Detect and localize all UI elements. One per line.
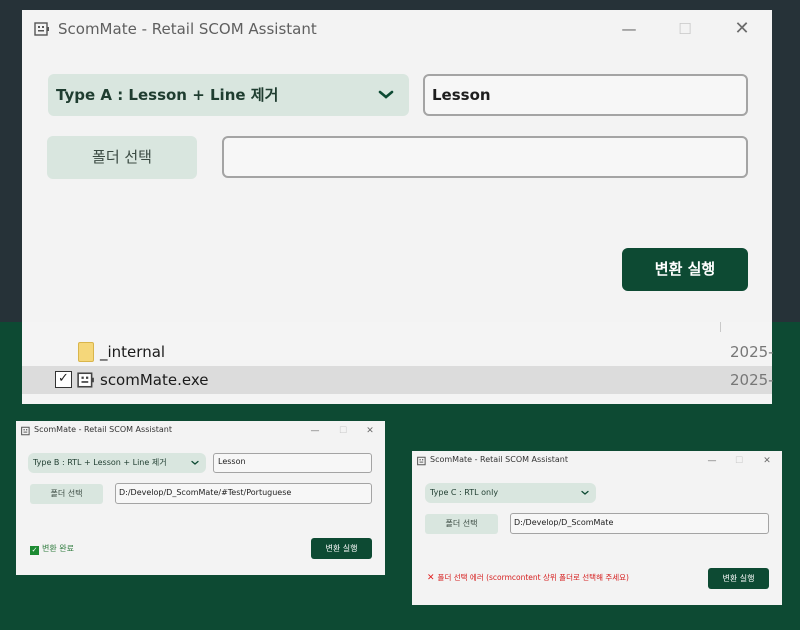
chevron-down-icon [378,90,394,99]
checkmark-icon: ✓ [30,546,39,555]
type-select[interactable]: Type B : RTL + Lesson + Line 제거 [28,453,206,473]
type-select[interactable]: Type A : Lesson + Line 제거 [48,74,409,116]
file-name: scomMate.exe [100,371,209,389]
run-conversion-button[interactable]: 변환 실행 [622,248,748,291]
app-window-type-b: ScomMate - Retail SCOM Assistant — ☐ ✕ T… [16,421,385,575]
file-date: 2025- [730,343,774,361]
app-icon [417,456,426,466]
run-conversion-button[interactable]: 변환 실행 [708,568,769,589]
select-folder-button[interactable]: 폴더 선택 [47,136,197,179]
minimize-button[interactable]: — [705,454,719,468]
maximize-button[interactable]: ☐ [732,454,746,468]
main-app-window: ScomMate - Retail SCOM Assistant — ☐ ✕ T… [22,10,772,322]
app-icon [77,372,94,388]
type-select[interactable]: Type C : RTL only [425,483,596,503]
status-message: ✓ 변환 완료 [30,543,74,555]
app-window-type-c: ScomMate - Retail SCOM Assistant — ☐ ✕ T… [412,451,782,605]
chevron-down-icon [191,460,199,465]
minimize-button[interactable]: — [308,424,322,438]
error-x-icon: ✕ [427,573,435,583]
select-folder-button[interactable]: 폴더 선택 [425,514,498,534]
status-text: 폴더 선택 에러 (scormcontent 상위 폴더로 선택해 주세요) [437,573,629,582]
keyword-input[interactable]: Lesson [213,453,372,473]
app-icon [34,22,49,36]
title-bar[interactable]: ScomMate - Retail SCOM Assistant — ☐ ✕ [412,451,782,471]
close-button[interactable]: ✕ [730,18,754,40]
file-name: _internal [100,343,166,361]
list-item[interactable]: ✓ scomMate.exe 2025- [22,366,774,394]
select-folder-button[interactable]: 폴더 선택 [30,484,103,504]
window-title: ScomMate - Retail SCOM Assistant [430,455,568,464]
folder-path-input[interactable] [222,136,748,178]
folder-path-input[interactable]: D:/Develop/D_ScomMate/#Test/Portuguese [115,483,372,504]
window-title: ScomMate - Retail SCOM Assistant [58,20,317,38]
run-conversion-button[interactable]: 변환 실행 [311,538,372,559]
window-title: ScomMate - Retail SCOM Assistant [34,425,172,434]
status-text: 변환 완료 [42,544,74,553]
close-button[interactable]: ✕ [760,454,774,468]
status-message: ✕ 폴더 선택 에러 (scormcontent 상위 폴더로 선택해 주세요) [427,572,629,583]
close-button[interactable]: ✕ [363,424,377,438]
title-bar[interactable]: ScomMate - Retail SCOM Assistant — ☐ ✕ [16,421,385,441]
folder-icon [78,342,94,362]
type-select-value: Type B : RTL + Lesson + Line 제거 [33,458,167,467]
app-icon [21,426,30,436]
type-select-value: Type C : RTL only [430,488,499,497]
minimize-button[interactable]: — [617,18,641,40]
keyword-input[interactable]: Lesson [423,74,748,116]
column-divider [720,322,721,332]
list-item[interactable]: _internal 2025- [22,338,774,366]
file-date: 2025- [730,371,774,389]
file-explorer-list: _internal 2025- ✓ scomMate.exe 2025- [22,322,774,404]
title-bar[interactable]: ScomMate - Retail SCOM Assistant — ☐ ✕ [22,10,772,48]
chevron-down-icon [581,490,589,495]
maximize-button[interactable]: ☐ [336,424,350,438]
type-select-value: Type A : Lesson + Line 제거 [56,86,279,104]
maximize-button[interactable]: ☐ [673,18,697,40]
folder-path-input[interactable]: D:/Develop/D_ScomMate [510,513,769,534]
checkbox-checked-icon[interactable]: ✓ [55,371,72,388]
